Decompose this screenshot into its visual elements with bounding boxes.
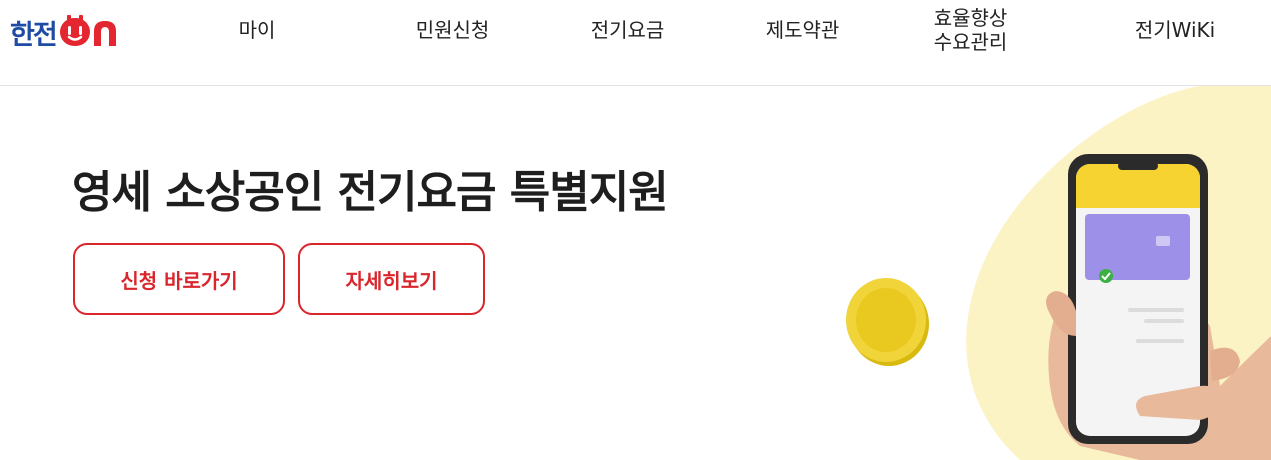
nav-item-electricity-bill[interactable]: 전기요금 [575, 0, 680, 60]
hand-holding-phone-illustration [846, 86, 1271, 460]
nav-label: 제도약관 [765, 18, 840, 42]
nav-item-civil-request[interactable]: 민원신청 [400, 0, 505, 60]
nav-item-terms[interactable]: 제도약관 [750, 0, 855, 60]
detail-button[interactable]: 자세히보기 [298, 243, 485, 315]
apply-button[interactable]: 신청 바로가기 [73, 243, 285, 315]
nav-item-efficiency[interactable]: 효율향상 수요관리 [918, 0, 1023, 60]
nav-label-line2: 수요관리 [933, 30, 1008, 54]
nav-label-line1: 효율향상 [933, 6, 1008, 30]
logo-text: 한전 [10, 19, 58, 51]
coin-icon [846, 278, 929, 366]
nav-label: 전기요금 [590, 18, 665, 42]
power-plug-on-icon [59, 15, 116, 46]
nav-item-my[interactable]: 마이 [217, 0, 297, 60]
hero-title: 영세 소상공인 전기요금 특별지원 [72, 167, 669, 218]
nav-label: 민원신청 [415, 18, 490, 42]
nav-label: 마이 [238, 18, 276, 42]
site-header: 한전 마이 민원신청 전기요금 제도약관 효율향상 수요관리 전기WiKi [0, 0, 1271, 86]
nav-item-wiki[interactable]: 전기WiKi [1115, 0, 1235, 60]
kepco-on-logo[interactable]: 한전 [10, 14, 150, 51]
nav-label: 전기WiKi [1134, 18, 1216, 42]
